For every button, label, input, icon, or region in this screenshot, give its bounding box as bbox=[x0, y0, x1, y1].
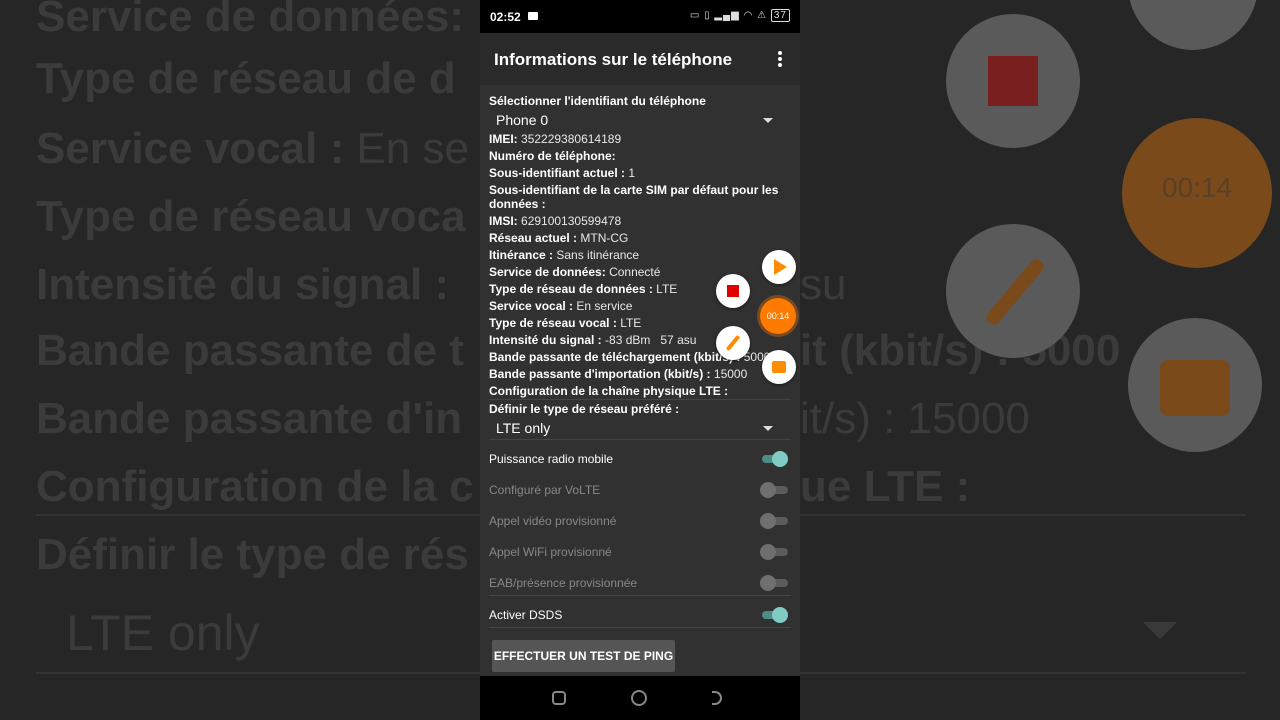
eab-switch bbox=[760, 574, 788, 592]
network-type-label: Définir le type de réseau préféré : bbox=[489, 402, 680, 416]
video-call-switch bbox=[760, 512, 788, 530]
bg-line-3: Type de réseau voca bbox=[36, 192, 466, 241]
recents-icon[interactable] bbox=[552, 691, 566, 705]
phone-select-label: Sélectionner l'identifiant du téléphone bbox=[489, 94, 706, 108]
signal-icon: ▂▄▆ bbox=[714, 10, 740, 21]
bg-stop-circle bbox=[946, 14, 1080, 148]
divider bbox=[489, 439, 791, 440]
divider bbox=[489, 595, 791, 596]
info-row-data-network-type: Type de réseau de données : LTE bbox=[489, 282, 678, 296]
cast-icon: ▭ bbox=[689, 10, 701, 21]
info-row-current-subid: Sous-identifiant actuel : 1 bbox=[489, 166, 636, 180]
bg-fragment-0: su bbox=[800, 260, 847, 309]
bg-line-1: Type de réseau de d bbox=[36, 54, 456, 103]
bg-fragment-3: ue LTE : bbox=[800, 462, 971, 511]
toggle-label: Configuré par VoLTE bbox=[489, 483, 601, 497]
info-row-voice-network-type: Type de réseau vocal : LTE bbox=[489, 316, 642, 330]
toggle-row-eab: EAB/présence provisionnée bbox=[480, 568, 800, 598]
info-row-roaming: Itinérance : Sans itinérance bbox=[489, 248, 640, 262]
navigation-bar bbox=[480, 676, 800, 720]
bg-line-2: Service vocal : En se bbox=[36, 124, 469, 173]
bg-toolbox-icon bbox=[1160, 360, 1230, 416]
info-row-imei: IMEI: 352229380614189 bbox=[489, 132, 622, 146]
bg-line-4: Intensité du signal : bbox=[36, 260, 450, 309]
dsds-switch[interactable] bbox=[760, 606, 788, 624]
bg-line-0: Service de données: bbox=[36, 0, 464, 41]
info-row-signal-strength: Intensité du signal : -83 dBm 57 asu bbox=[489, 333, 697, 347]
info-row-data-service: Service de données: Connecté bbox=[489, 265, 661, 279]
battery-icon: 37 bbox=[770, 9, 790, 22]
divider bbox=[489, 627, 791, 628]
app-bar: Informations sur le téléphone bbox=[480, 33, 800, 85]
network-type-dropdown[interactable]: LTE only bbox=[489, 417, 789, 439]
status-icons: ▭ ▯ ▂▄▆ ◠ ⚠ 37 bbox=[689, 9, 790, 22]
bg-line-5: Bande passante de t bbox=[36, 326, 464, 375]
bg-fragment-2: it/s) : 15000 bbox=[800, 394, 1030, 443]
info-row-imsi: IMSI: 629100130599478 bbox=[489, 214, 622, 228]
toggle-label: Puissance radio mobile bbox=[489, 452, 614, 466]
vibrate-icon: ▯ bbox=[704, 10, 711, 21]
ping-test-button[interactable]: EFFECTUER UN TEST DE PING bbox=[492, 640, 675, 672]
info-row-lte-physical-channel: Configuration de la chaîne physique LTE … bbox=[489, 384, 729, 398]
status-bar: 02:52 ▭ ▯ ▂▄▆ ◠ ⚠ 37 bbox=[480, 0, 800, 33]
bg-value: LTE only bbox=[66, 605, 260, 661]
play-icon[interactable] bbox=[762, 250, 796, 284]
brush-icon[interactable] bbox=[716, 326, 750, 360]
stop-icon[interactable] bbox=[716, 274, 750, 308]
toggle-label: Appel WiFi provisionné bbox=[489, 545, 612, 559]
toggle-row-video-call: Appel vidéo provisionné bbox=[480, 506, 800, 536]
bg-tools-circle bbox=[1128, 318, 1262, 452]
toggle-row-radio-power[interactable]: Puissance radio mobile bbox=[480, 444, 800, 474]
bg-line-8: Définir le type de rés bbox=[36, 530, 469, 579]
wifi-icon: ◠ bbox=[743, 10, 754, 21]
page-title: Informations sur le téléphone bbox=[494, 50, 733, 69]
phone-screen: 02:52 ▭ ▯ ▂▄▆ ◠ ⚠ 37 Informations sur le… bbox=[480, 0, 800, 720]
network-type-value: LTE only bbox=[496, 420, 551, 436]
bg-line-6: Bande passante d'in bbox=[36, 394, 463, 443]
phone-info-content: Sélectionner l'identifiant du téléphone … bbox=[480, 85, 800, 675]
info-row-current-network: Réseau actuel : MTN-CG bbox=[489, 231, 629, 245]
volte-switch bbox=[760, 481, 788, 499]
bg-play-circle bbox=[1128, 0, 1258, 50]
phone-select-dropdown[interactable]: Phone 0 bbox=[489, 109, 789, 131]
overflow-menu-icon[interactable] bbox=[772, 49, 788, 69]
toolbox-icon[interactable] bbox=[762, 350, 796, 384]
bg-timer-circle: 00:14 bbox=[1122, 118, 1272, 268]
bg-stop-icon bbox=[988, 56, 1038, 106]
chevron-down-icon bbox=[763, 426, 773, 431]
status-time: 02:52 bbox=[490, 10, 521, 24]
divider bbox=[489, 399, 791, 400]
chevron-down-icon bbox=[763, 118, 773, 123]
recording-timer[interactable]: 00:14 bbox=[760, 298, 796, 334]
info-row-default-data-subid: Sous-identifiant de la carte SIM par déf… bbox=[489, 183, 779, 211]
info-row-voice-service: Service vocal : En service bbox=[489, 299, 633, 313]
toggle-label: Appel vidéo provisionné bbox=[489, 514, 617, 528]
toggle-label: Activer DSDS bbox=[489, 608, 563, 622]
back-icon[interactable] bbox=[712, 691, 722, 705]
screen: Service de données: Type de réseau de d … bbox=[0, 0, 1280, 720]
phone-select-value: Phone 0 bbox=[496, 112, 549, 128]
home-icon[interactable] bbox=[631, 690, 647, 706]
bg-caret-icon bbox=[1143, 622, 1177, 639]
alert-icon: ⚠ bbox=[757, 10, 768, 21]
toggle-row-volte: Configuré par VoLTE bbox=[480, 475, 800, 505]
toggle-row-wifi-call: Appel WiFi provisionné bbox=[480, 537, 800, 567]
wifi-call-switch bbox=[760, 543, 788, 561]
bg-brush-icon bbox=[983, 256, 1047, 328]
info-row-upload-bandwidth: Bande passante d'importation (kbit/s) : … bbox=[489, 367, 748, 381]
toggle-row-dsds[interactable]: Activer DSDS bbox=[480, 600, 800, 630]
video-record-icon bbox=[528, 12, 538, 20]
radio-power-switch[interactable] bbox=[760, 450, 788, 468]
bg-line-7: Configuration de la c bbox=[36, 462, 474, 511]
bg-timer-text: 00:14 bbox=[1161, 172, 1233, 203]
bg-brush-circle bbox=[946, 224, 1080, 358]
info-row-phone-number: Numéro de téléphone: bbox=[489, 149, 616, 163]
bg-fragment-1: it (kbit/s) : 5000 bbox=[800, 326, 1121, 375]
toggle-label: EAB/présence provisionnée bbox=[489, 576, 638, 590]
